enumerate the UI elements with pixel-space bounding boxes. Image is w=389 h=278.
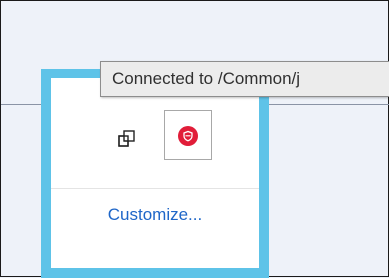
popup-divider (51, 188, 259, 189)
shield-extension-button[interactable] (164, 110, 212, 160)
shield-icon (178, 126, 198, 146)
popup-panel: Customize... (51, 78, 259, 268)
connection-tooltip: Connected to /Common/j (100, 61, 389, 97)
customize-link[interactable]: Customize... (51, 205, 259, 225)
extension-popup: Customize... (41, 69, 269, 278)
window-background: Customize... Connected to /Common/j (0, 0, 389, 278)
copy-icon[interactable] (118, 130, 136, 148)
